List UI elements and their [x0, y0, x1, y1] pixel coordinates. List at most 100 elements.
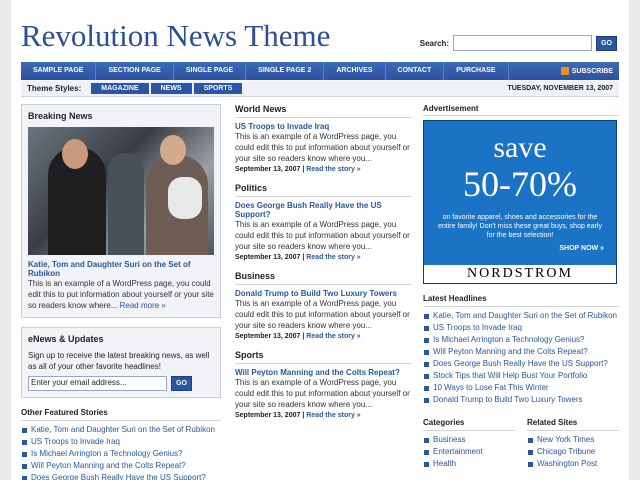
site-title[interactable]: Revolution News Theme	[21, 18, 330, 54]
nordstrom-ad[interactable]: save 50-70% on favorite apparel, shoes a…	[423, 120, 617, 284]
nav-item-contact[interactable]: Contact	[386, 62, 445, 80]
list-item[interactable]: Does George Bush Really Have the US Supp…	[21, 472, 221, 480]
section-text: This is an example of a WordPress page, …	[235, 299, 410, 330]
list-item[interactable]: New York Times	[527, 434, 619, 446]
nav-item-single-page[interactable]: Single Page	[174, 62, 247, 80]
section-headline[interactable]: Donald Trump to Build Two Luxury Towers	[235, 289, 411, 298]
list-item[interactable]: Donald Trump to Build Two Luxury Towers	[423, 394, 619, 406]
nav-item-purchase[interactable]: Purchase	[444, 62, 509, 80]
list-item[interactable]: Katie, Tom and Daughter Suri on the Set …	[423, 310, 619, 322]
enews-title: eNews & Updates	[28, 334, 104, 344]
theme-styles-bar: Theme Styles: Magazine News Sports TUESD…	[21, 81, 619, 97]
related-sites-list: New York Times Chicago Tribune Washingto…	[527, 434, 619, 470]
section-politics: Politics Does George Bush Really Have th…	[235, 183, 411, 261]
search-input[interactable]	[453, 35, 593, 51]
nav-item-sample-page[interactable]: Sample Page	[21, 62, 97, 80]
list-item[interactable]: Is Michael Arrington a Technology Genius…	[21, 448, 221, 460]
related-block: Related Sites New York Times Chicago Tri…	[527, 418, 619, 470]
subscribe-label: Subscribe	[571, 67, 613, 75]
nav-item-archives[interactable]: Archives	[324, 62, 386, 80]
email-field[interactable]: Enter your email address...	[28, 376, 167, 391]
enews-go-button[interactable]: GO	[171, 376, 192, 391]
read-story-link[interactable]: Read the story »	[306, 254, 360, 261]
categories-related-row: Categories Business Entertainment Health…	[423, 418, 619, 470]
section-text: This is an example of a WordPress page, …	[235, 378, 410, 409]
section-business: Business Donald Trump to Build Two Luxur…	[235, 271, 411, 340]
list-item[interactable]: US Troops to Invade Iraq	[21, 436, 221, 448]
breaking-news-title: Breaking News	[28, 111, 93, 121]
section-sports: Sports Will Peyton Manning and the Colts…	[235, 350, 411, 419]
categories-list: Business Entertainment Health	[423, 434, 515, 470]
list-item[interactable]: Will Peyton Manning and the Colts Repeat…	[21, 460, 221, 472]
other-featured-title: Other Featured Stories	[21, 408, 221, 421]
section-headline[interactable]: US Troops to Invade Iraq	[235, 122, 411, 131]
section-date: September 13, 2007	[235, 333, 301, 340]
page: Revolution News Theme Search: GO Sample …	[11, 0, 629, 480]
breaking-story-headline[interactable]: Katie, Tom and Daughter Suri on the Set …	[28, 260, 214, 278]
right-column: Advertisement save 50-70% on favorite ap…	[423, 104, 619, 470]
list-item[interactable]: 10 Ways to Lose Fat This Winter	[423, 382, 619, 394]
read-story-link[interactable]: Read the story »	[306, 412, 360, 419]
section-title: Politics	[235, 183, 411, 197]
left-column: Breaking News Katie, Tom and Daughter Su…	[21, 104, 221, 480]
section-title: Business	[235, 271, 411, 285]
related-sites-title: Related Sites	[527, 418, 619, 431]
enews-text: Sign up to receive the latest breaking n…	[28, 351, 210, 371]
style-button-magazine[interactable]: Magazine	[91, 83, 149, 94]
photo-figure	[168, 177, 202, 219]
main-nav: Sample Page Section Page Single Page Sin…	[21, 62, 619, 80]
section-text: This is an example of a WordPress page, …	[235, 220, 410, 251]
breaking-story-text: This is an example of a WordPress page, …	[28, 278, 214, 311]
ad-body-text: on favorite apparel, shoes and accessori…	[438, 214, 602, 239]
section-world-news: World News US Troops to Invade Iraq This…	[235, 104, 411, 173]
section-meta: September 13, 2007 | Read the story »	[235, 254, 361, 261]
photo-figure	[108, 153, 144, 255]
nav-item-section-page[interactable]: Section Page	[96, 62, 174, 80]
list-item[interactable]: Katie, Tom and Daughter Suri on the Set …	[21, 424, 221, 436]
read-story-link[interactable]: Read the story »	[306, 333, 360, 340]
photo-face	[160, 135, 186, 165]
section-meta: September 13, 2007 | Read the story »	[235, 412, 361, 419]
middle-column: World News US Troops to Invade Iraq This…	[235, 104, 411, 429]
list-item[interactable]: US Troops to Invade Iraq	[423, 322, 619, 334]
latest-headlines-list: Katie, Tom and Daughter Suri on the Set …	[423, 310, 619, 406]
breaking-news-photo[interactable]	[28, 127, 214, 255]
list-item[interactable]: Washington Post	[527, 458, 619, 470]
section-headline[interactable]: Will Peyton Manning and the Colts Repeat…	[235, 368, 411, 377]
nav-item-single-page-2[interactable]: Single Page 2	[246, 62, 325, 80]
section-date: September 13, 2007	[235, 254, 301, 261]
subscribe-link[interactable]: Subscribe	[560, 62, 619, 80]
section-headline[interactable]: Does George Bush Really Have the US Supp…	[235, 201, 411, 219]
read-more-link[interactable]: Read more »	[120, 301, 166, 310]
section-meta: September 13, 2007 | Read the story »	[235, 166, 361, 173]
list-item[interactable]: Chicago Tribune	[527, 446, 619, 458]
ad-shop-now[interactable]: SHOP NOW »	[559, 245, 604, 252]
rss-icon	[560, 67, 569, 75]
categories-block: Categories Business Entertainment Health	[423, 418, 515, 470]
categories-title: Categories	[423, 418, 515, 431]
search-go-button[interactable]: GO	[596, 35, 617, 51]
style-button-news[interactable]: News	[150, 83, 192, 94]
ad-percent-text: 50-70%	[463, 164, 577, 204]
section-title: World News	[235, 104, 411, 118]
list-item[interactable]: Business	[423, 434, 515, 446]
list-item[interactable]: Stock Tips that Will Help Bust Your Port…	[423, 370, 619, 382]
section-meta: September 13, 2007 | Read the story »	[235, 333, 361, 340]
ad-brand-logo: NORDSTROM	[424, 265, 616, 283]
section-title: Sports	[235, 350, 411, 364]
read-story-link[interactable]: Read the story »	[306, 166, 360, 173]
search-area: Search: GO	[420, 35, 617, 51]
photo-face	[62, 139, 88, 169]
search-label: Search:	[419, 38, 450, 48]
current-date: TUESDAY, NOVEMBER 13, 2007	[507, 85, 613, 92]
enews-box: eNews & Updates Sign up to receive the l…	[21, 327, 221, 398]
other-featured-list: Katie, Tom and Daughter Suri on the Set …	[21, 424, 221, 480]
list-item[interactable]: Does George Bush Really Have the US Supp…	[423, 358, 619, 370]
list-item[interactable]: Entertainment	[423, 446, 515, 458]
list-item[interactable]: Will Peyton Manning and the Colts Repeat…	[423, 346, 619, 358]
style-button-sports[interactable]: Sports	[193, 83, 243, 94]
list-item[interactable]: Is Michael Arrington a Technology Genius…	[423, 334, 619, 346]
advertisement-title: Advertisement	[423, 104, 619, 116]
theme-styles-label: Theme Styles:	[27, 84, 82, 93]
list-item[interactable]: Health	[423, 458, 515, 470]
